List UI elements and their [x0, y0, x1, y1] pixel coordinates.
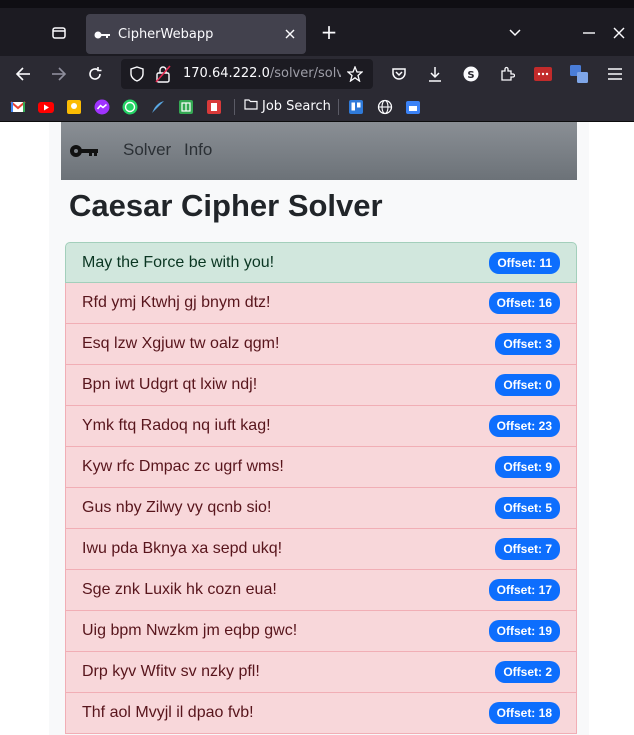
- offset-badge: Offset: 16: [488, 292, 560, 314]
- result-text: Rfd ymj Ktwhj gj bnym dtz!: [82, 294, 271, 311]
- new-tab-button[interactable]: +: [318, 22, 340, 44]
- result-text: Drp kyv Wfitv sv nzky pfl!: [82, 663, 260, 680]
- offset-badge: Offset: 19: [488, 620, 560, 642]
- result-text: Iwu pda Bknya xa sepd ukq!: [82, 540, 283, 557]
- shield-bookmark-icon[interactable]: [206, 99, 222, 115]
- address-bar[interactable]: 170.64.222.0/solver/solve: [121, 59, 373, 89]
- bookmarks-bar: Job Search: [0, 92, 634, 122]
- youtube-icon[interactable]: [38, 99, 54, 115]
- offset-badge: Offset: 18: [488, 702, 560, 724]
- result-row: Gus nby Zilwy vy qcnb sio! Offset: 5: [65, 488, 577, 529]
- bookmark-folder-label: Job Search: [262, 98, 331, 114]
- result-row: Kyw rfc Dmpac zc ugrf wms! Offset: 9: [65, 447, 577, 488]
- page-title: Caesar Cipher Solver: [69, 188, 383, 223]
- result-text: Bpn iwt Udgrt qt lxiw ndj!: [82, 376, 258, 393]
- sheets-icon[interactable]: [178, 99, 194, 115]
- result-text: May the Force be with you!: [82, 253, 275, 271]
- page-container: Solver Info Caesar Cipher Solver May the…: [49, 122, 589, 735]
- whatsapp-icon[interactable]: [122, 99, 138, 115]
- back-icon[interactable]: [10, 61, 36, 87]
- url-text: 170.64.222.0/solver/solve: [183, 66, 341, 81]
- result-row: Iwu pda Bknya xa sepd ukq! Offset: 7: [65, 529, 577, 570]
- key-logo-icon[interactable]: [69, 142, 99, 160]
- firefox-view-icon[interactable]: [46, 20, 72, 46]
- insecure-lock-icon[interactable]: [155, 65, 171, 87]
- keep-notes-icon[interactable]: [66, 99, 82, 115]
- offset-badge: Offset: 11: [489, 251, 560, 274]
- forward-icon[interactable]: [46, 61, 72, 87]
- minimize-icon[interactable]: [578, 22, 600, 44]
- messenger-icon[interactable]: [94, 99, 110, 115]
- result-row: Rfd ymj Ktwhj gj bnym dtz! Offset: 16: [65, 283, 577, 324]
- offset-badge: Offset: 9: [495, 456, 560, 478]
- result-text: Gus nby Zilwy vy qcnb sio!: [82, 499, 272, 516]
- result-text: Kyw rfc Dmpac zc ugrf wms!: [82, 458, 284, 475]
- result-text: Ymk ftq Radoq nq iuft kag!: [82, 417, 271, 434]
- close-window-icon[interactable]: [608, 22, 630, 44]
- site-navbar: Solver Info: [61, 122, 577, 180]
- account-s-icon[interactable]: S: [458, 61, 484, 87]
- svg-text:S: S: [467, 70, 474, 81]
- bookmark-separator: [338, 99, 339, 115]
- page-viewport: Solver Info Caesar Cipher Solver May the…: [0, 122, 634, 735]
- menu-icon[interactable]: [602, 61, 628, 87]
- result-text: Thf aol Mvyjl il dpao fvb!: [82, 704, 254, 721]
- downloads-icon[interactable]: [422, 61, 448, 87]
- nav-link-solver[interactable]: Solver: [123, 140, 171, 160]
- tab-list-chevron-icon[interactable]: [504, 22, 526, 44]
- gmail-icon[interactable]: [10, 99, 26, 115]
- result-row: Thf aol Mvyjl il dpao fvb! Offset: 18: [65, 693, 577, 734]
- reload-icon[interactable]: [82, 61, 108, 87]
- globe-icon[interactable]: [377, 99, 393, 115]
- results-list: May the Force be with you! Offset: 11 Rfd …: [65, 242, 577, 734]
- offset-badge: Offset: 23: [488, 415, 560, 437]
- close-tab-icon[interactable]: [282, 26, 298, 42]
- result-row: Uig bpm Nwzkm jm eqbp gwc! Offset: 19: [65, 611, 577, 652]
- nav-link-info[interactable]: Info: [184, 140, 212, 160]
- bookmark-separator: [234, 99, 235, 115]
- result-row-success: May the Force be with you! Offset: 11: [65, 242, 577, 283]
- pocket-icon[interactable]: [386, 61, 412, 87]
- offset-badge: Offset: 5: [495, 497, 560, 519]
- translate-icon[interactable]: [566, 61, 592, 87]
- extensions-icon[interactable]: [494, 61, 520, 87]
- result-row: Sge znk Luxik hk cozn eua! Offset: 17: [65, 570, 577, 611]
- bookmark-star-icon[interactable]: [346, 65, 364, 86]
- feather-icon[interactable]: [150, 99, 166, 115]
- offset-badge: Offset: 7: [495, 538, 560, 560]
- result-row: Esq lzw Xgjuw tw oalz qgm! Offset: 3: [65, 324, 577, 365]
- bookmark-folder-job-search[interactable]: Job Search: [244, 98, 331, 114]
- result-text: Esq lzw Xgjuw tw oalz qgm!: [82, 335, 280, 352]
- offset-badge: Offset: 0: [495, 374, 560, 396]
- extension-red-icon[interactable]: [530, 61, 556, 87]
- calendar-icon[interactable]: [405, 99, 421, 115]
- browser-tab-bar: CipherWebapp +: [0, 0, 634, 56]
- folder-icon: [244, 98, 258, 114]
- offset-badge: Offset: 3: [495, 333, 560, 355]
- browser-tab[interactable]: CipherWebapp: [86, 14, 306, 54]
- result-row: Bpn iwt Udgrt qt lxiw ndj! Offset: 0: [65, 365, 577, 406]
- shield-icon[interactable]: [129, 66, 145, 86]
- key-icon: [94, 25, 110, 44]
- result-text: Uig bpm Nwzkm jm eqbp gwc!: [82, 622, 298, 639]
- result-row: Drp kyv Wfitv sv nzky pfl! Offset: 2: [65, 652, 577, 693]
- offset-badge: Offset: 2: [495, 661, 560, 683]
- offset-badge: Offset: 17: [488, 579, 560, 601]
- tab-title: CipherWebapp: [118, 26, 214, 42]
- result-row: Ymk ftq Radoq nq iuft kag! Offset: 23: [65, 406, 577, 447]
- browser-toolbar: 170.64.222.0/solver/solve S: [0, 56, 634, 92]
- trello-icon[interactable]: [348, 99, 364, 115]
- result-text: Sge znk Luxik hk cozn eua!: [82, 581, 277, 598]
